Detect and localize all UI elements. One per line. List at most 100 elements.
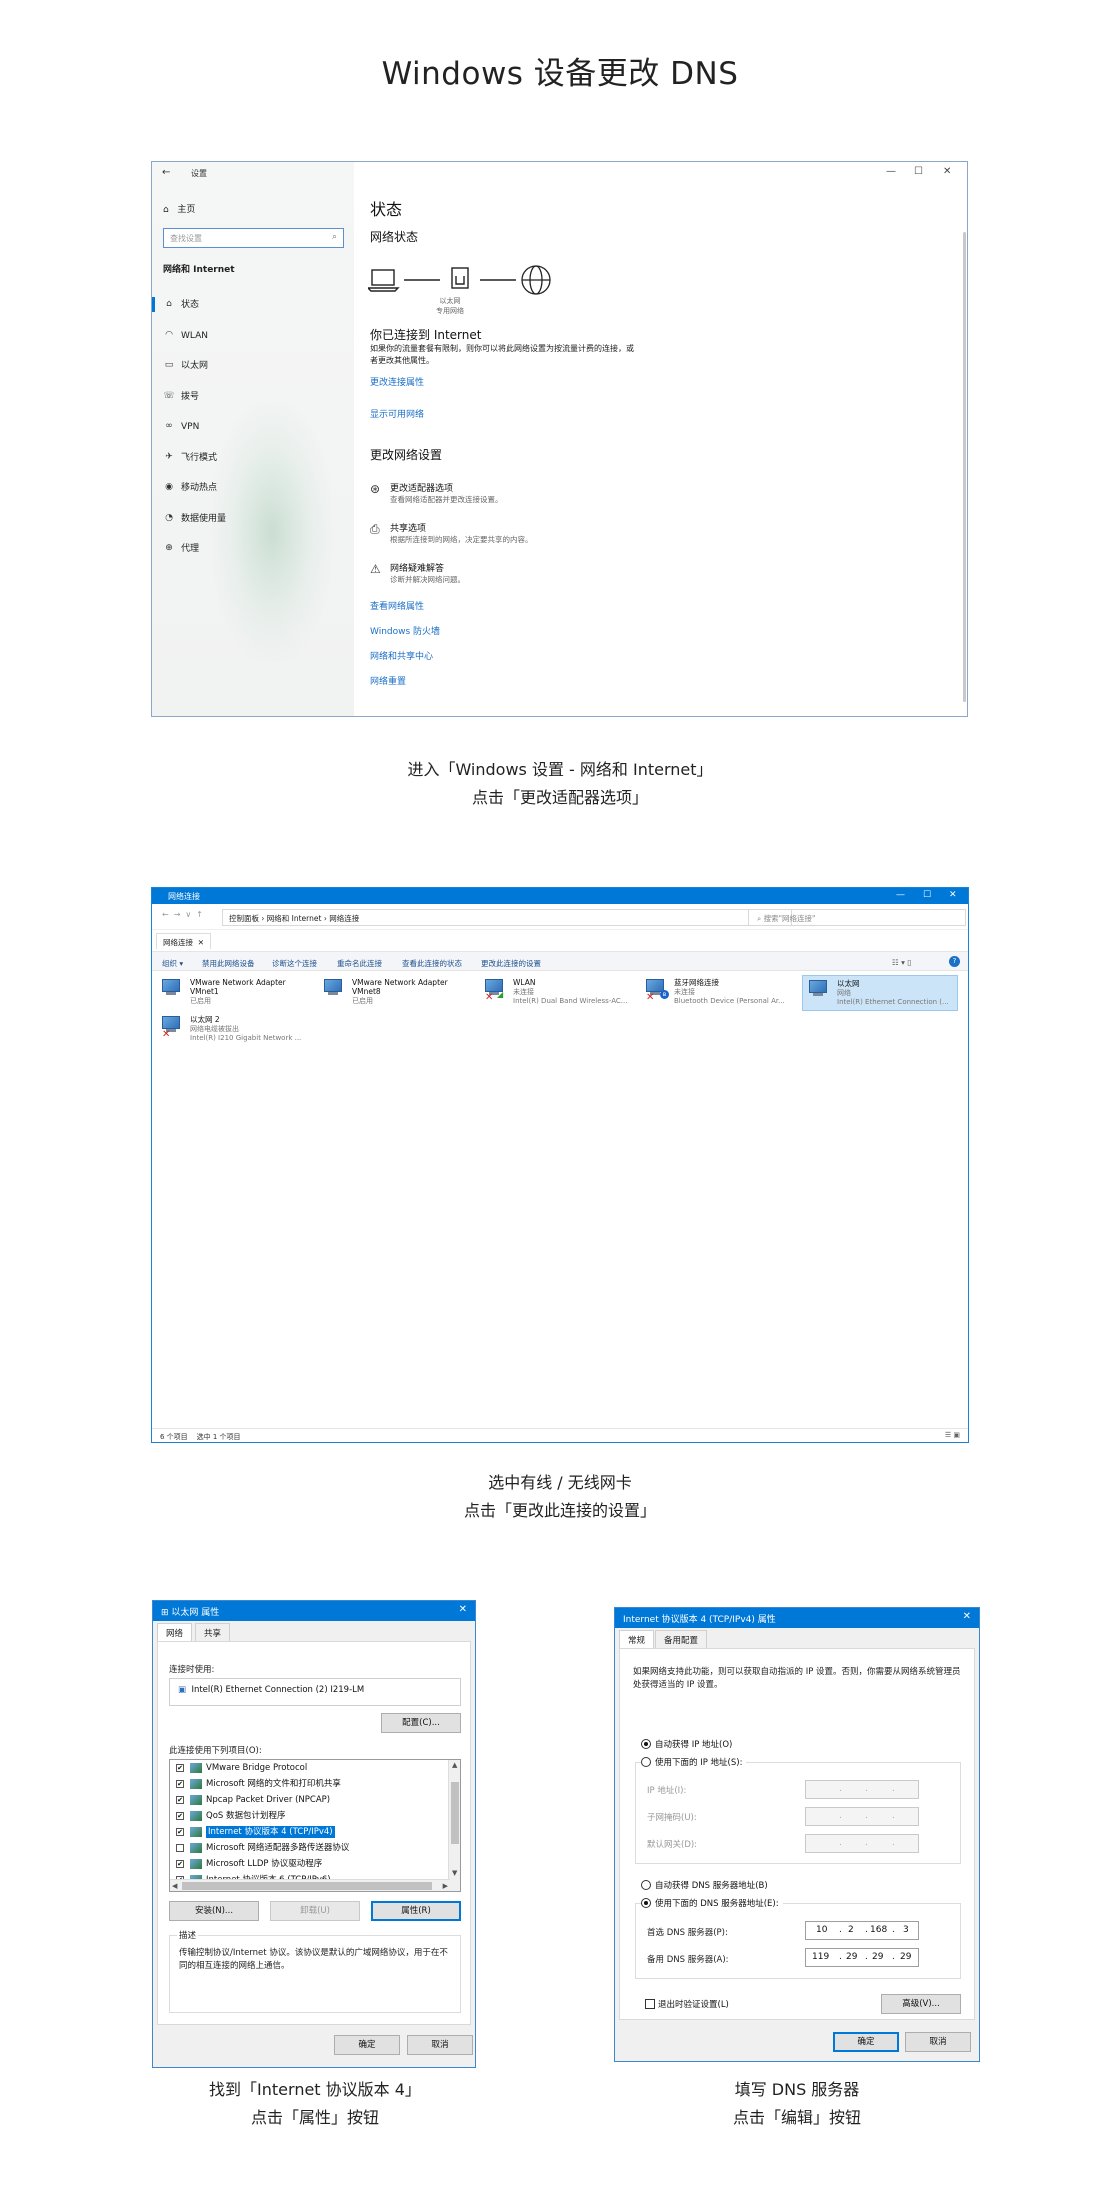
preferred-dns-field[interactable]: 10. 2. 168. 3 <box>805 1921 919 1940</box>
close-icon[interactable]: ✕ <box>949 890 957 900</box>
scroll-left-icon[interactable]: ◀ <box>172 1882 177 1890</box>
firewall-link[interactable]: Windows 防火墙 <box>370 624 440 637</box>
nav-item-proxy[interactable]: ⊕ 代理 <box>152 535 354 566</box>
protocol-list[interactable]: ✔ VMware Bridge Protocol ✔ Microsoft 网络的文件… <box>169 1759 461 1892</box>
adapter-vmnet8[interactable]: VMware Network Adapter VMnet8 已启用 <box>318 975 474 1011</box>
close-icon[interactable]: ✕ <box>963 1611 971 1622</box>
nav-item-data-usage[interactable]: ◔ 数据使用量 <box>152 505 354 536</box>
search-input[interactable]: ⌕ 搜索"网络连接" <box>748 909 966 926</box>
list-item[interactable]: Microsoft 网络适配器多路传送器协议 <box>170 1840 460 1856</box>
close-icon[interactable]: ✕ <box>943 166 951 177</box>
advanced-button[interactable]: 高级(V)... <box>881 1994 961 2014</box>
manual-dns-group <box>635 1903 961 1979</box>
adapter-bluetooth[interactable]: ✕ ʙ 蓝牙网络连接 未连接 Bluetooth Device (Personal… <box>640 975 796 1011</box>
checkbox[interactable]: ✔ <box>176 1780 184 1788</box>
change-adapter-options-link[interactable]: 更改适配器选项 <box>390 481 453 494</box>
install-button[interactable]: 安装(N)... <box>169 1901 259 1921</box>
nav-item-airplane[interactable]: ✈ 飞行模式 <box>152 444 354 475</box>
adapter-vmnet1[interactable]: VMware Network Adapter VMnet1 已启用 <box>156 975 312 1011</box>
cmd-disable[interactable]: 禁用此网络设备 <box>202 958 255 969</box>
back-arrow-icon[interactable]: ← <box>162 167 170 178</box>
auto-dns-radio[interactable]: 自动获得 DNS 服务器地址(B) <box>641 1879 768 1891</box>
address-path[interactable]: 控制面板 › 网络和 Internet › 网络连接 <box>222 909 792 926</box>
manual-dns-radio[interactable]: 使用下面的 DNS 服务器地址(E): <box>641 1897 783 1909</box>
list-item[interactable]: ✔ Microsoft 网络的文件和打印机共享 <box>170 1776 460 1792</box>
uninstall-button[interactable]: 卸载(U) <box>270 1901 360 1921</box>
manual-ip-radio[interactable]: 使用下面的 IP 地址(S): <box>641 1756 747 1768</box>
minimize-icon[interactable]: — <box>886 166 896 177</box>
scrollbar[interactable] <box>963 232 966 702</box>
help-icon[interactable]: ? <box>949 956 960 967</box>
cancel-button[interactable]: 取消 <box>905 2032 971 2052</box>
view-options-icon[interactable]: ☷ ▾ ▯ <box>892 958 911 967</box>
checkbox[interactable] <box>176 1844 184 1852</box>
list-item[interactable]: ✔ QoS 数据包计划程序 <box>170 1808 460 1824</box>
nav-item-hotspot[interactable]: ◉ 移动热点 <box>152 474 354 505</box>
list-item-ipv4[interactable]: ✔ Internet 协议版本 4 (TCP/IPv4) <box>170 1824 460 1840</box>
ip-address-field[interactable]: ... <box>805 1780 919 1799</box>
list-item[interactable]: ✔ Npcap Packet Driver (NPCAP) <box>170 1792 460 1808</box>
sharing-center-link[interactable]: 网络和共享中心 <box>370 649 433 662</box>
auto-ip-radio[interactable]: 自动获得 IP 地址(O) <box>641 1738 732 1750</box>
checkbox[interactable]: ✔ <box>176 1812 184 1820</box>
vpn-icon: ∞ <box>165 421 173 431</box>
protocol-icon <box>190 1827 202 1837</box>
maximize-icon[interactable]: ☐ <box>923 890 931 900</box>
home-link[interactable]: ⌂ 主页 <box>163 202 195 215</box>
checkbox[interactable]: ✔ <box>176 1828 184 1836</box>
scroll-down-icon[interactable]: ▼ <box>452 1869 457 1877</box>
configure-button[interactable]: 配置(C)... <box>381 1713 461 1733</box>
scroll-right-icon[interactable]: ▶ <box>443 1882 448 1890</box>
troubleshoot-link[interactable]: 网络疑难解答 <box>390 561 444 574</box>
change-settings-heading: 更改网络设置 <box>370 448 443 462</box>
checkbox[interactable]: ✔ <box>176 1860 184 1868</box>
network-reset-link[interactable]: 网络重置 <box>370 674 406 687</box>
cmd-view-status[interactable]: 查看此连接的状态 <box>402 958 462 969</box>
minimize-icon[interactable]: — <box>896 890 905 900</box>
show-available-networks-link[interactable]: 显示可用网络 <box>370 407 424 420</box>
tab-label: 网络连接 <box>163 938 193 947</box>
tab-general[interactable]: 常规 <box>619 1630 655 1649</box>
alternate-dns-field[interactable]: 119. 29. 29. 29 <box>805 1948 919 1967</box>
tab-alternate-config[interactable]: 备用配置 <box>655 1630 708 1650</box>
properties-button[interactable]: 属性(R) <box>371 1901 461 1921</box>
view-network-props-link[interactable]: 查看网络属性 <box>370 599 424 612</box>
sharing-options-link[interactable]: 共享选项 <box>390 521 426 534</box>
validate-checkbox[interactable]: 退出时验证设置(L) <box>645 1998 729 2010</box>
nav-item-dialup[interactable]: ☏ 拨号 <box>152 383 354 414</box>
cmd-rename[interactable]: 重命名此连接 <box>337 958 382 969</box>
close-icon[interactable]: ✕ <box>459 1604 467 1615</box>
tab-network[interactable]: 网络 <box>157 1623 193 1642</box>
gateway-field[interactable]: ... <box>805 1834 919 1853</box>
nav-item-status[interactable]: ⌂ 状态 <box>152 291 354 322</box>
settings-search-input[interactable]: 查找设置 ⌕ <box>163 228 344 248</box>
vertical-scrollbar[interactable]: ▲ ▼ <box>448 1760 460 1891</box>
cmd-organize[interactable]: 组织 ▾ <box>162 958 183 969</box>
list-item[interactable]: ✔ VMware Bridge Protocol <box>170 1760 460 1776</box>
connected-heading: 你已连接到 Internet <box>370 328 482 342</box>
nav-arrows-icon[interactable]: ←→∨↑ <box>162 910 208 919</box>
dns-octet: 29 <box>872 1952 884 1962</box>
ok-button[interactable]: 确定 <box>833 2032 899 2052</box>
checkbox[interactable]: ✔ <box>176 1796 184 1804</box>
view-toggle-icon[interactable]: ☰ ▣ <box>945 1431 960 1439</box>
nav-item-wlan[interactable]: ◠ WLAN <box>152 322 354 353</box>
horizontal-scrollbar[interactable]: ◀ ▶ <box>170 1879 450 1891</box>
adapter-ethernet[interactable]: 以太网 网络 Intel(R) Ethernet Connection (... <box>802 975 958 1011</box>
tab-sharing[interactable]: 共享 <box>195 1623 231 1643</box>
cancel-button[interactable]: 取消 <box>407 2035 473 2055</box>
scroll-up-icon[interactable]: ▲ <box>452 1761 457 1769</box>
subnet-mask-field[interactable]: ... <box>805 1807 919 1826</box>
adapter-wlan[interactable]: ✕ ◢ WLAN 未连接 Intel(R) Dual Band Wireless-… <box>479 975 635 1011</box>
checkbox[interactable]: ✔ <box>176 1764 184 1772</box>
maximize-icon[interactable]: ☐ <box>914 166 923 177</box>
cmd-change-settings[interactable]: 更改此连接的设置 <box>481 958 541 969</box>
nav-item-ethernet[interactable]: ▭ 以太网 <box>152 352 354 383</box>
change-connection-props-link[interactable]: 更改连接属性 <box>370 375 424 388</box>
ok-button[interactable]: 确定 <box>334 2035 400 2055</box>
nav-item-vpn[interactable]: ∞ VPN <box>152 413 354 444</box>
cmd-diagnose[interactable]: 诊断这个连接 <box>272 958 317 969</box>
adapter-ethernet-2[interactable]: ✕ 以太网 2 网络电缆被拔出 Intel(R) I210 Gigabit Ne… <box>156 1012 312 1048</box>
tab-network-connections[interactable]: 网络连接 ✕ <box>156 933 212 949</box>
list-item[interactable]: ✔ Microsoft LLDP 协议驱动程序 <box>170 1856 460 1872</box>
